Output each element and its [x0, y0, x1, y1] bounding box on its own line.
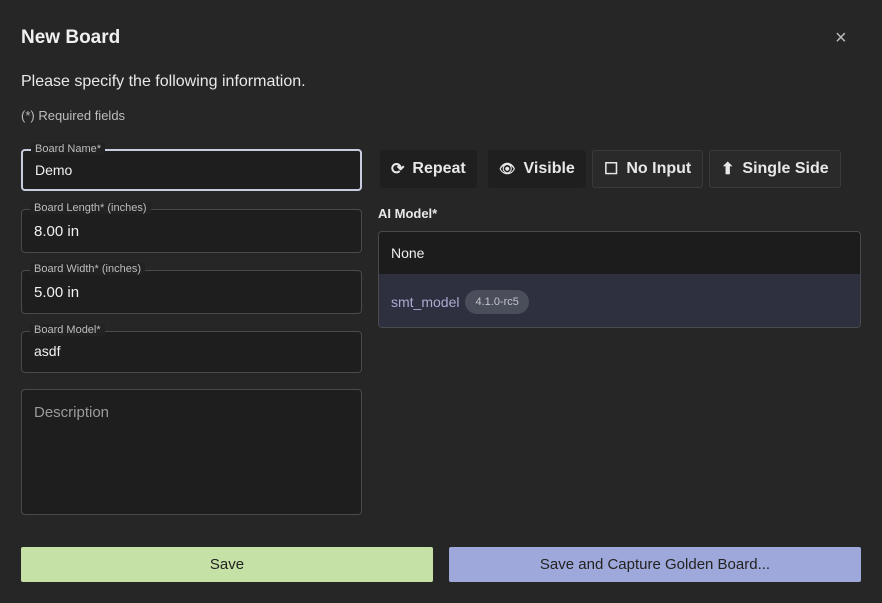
- description-placeholder: Description: [34, 404, 110, 421]
- toggle-label: Repeat: [412, 160, 466, 177]
- field-label: Board Model*: [30, 324, 105, 336]
- toggle-label: Visible: [523, 160, 575, 177]
- field-value: 5.00 in: [34, 284, 80, 301]
- field-label: Board Name*: [31, 143, 106, 155]
- visible-toggle[interactable]: 👁 Visible: [488, 150, 586, 188]
- no-input-toggle[interactable]: ☐ No Input: [592, 150, 704, 188]
- ai-model-label: AI Model*: [378, 206, 438, 221]
- eye-icon: 👁: [499, 161, 516, 176]
- intro-text: Please specify the following information…: [21, 73, 306, 90]
- board-width-field[interactable]: Board Width* (inches) 5.00 in: [21, 263, 362, 314]
- option-label: None: [391, 245, 425, 261]
- toggle-label: Single Side: [742, 160, 829, 177]
- save-and-capture-button[interactable]: Save and Capture Golden Board...: [449, 547, 861, 582]
- repeat-toggle[interactable]: ⟳ Repeat: [380, 150, 477, 188]
- field-value: asdf: [34, 343, 61, 359]
- repeat-icon: ⟳: [391, 161, 405, 178]
- field-label: Board Length* (inches): [30, 202, 151, 214]
- version-chip: 4.1.0-rc5: [465, 289, 529, 314]
- required-note: (*) Required fields: [21, 108, 126, 123]
- board-name-field[interactable]: Board Name* Demo: [21, 143, 362, 191]
- field-value: Demo: [35, 162, 73, 178]
- arrow-up-icon: ⬆: [721, 161, 735, 178]
- toggle-label: No Input: [626, 160, 692, 177]
- option-label: smt_model: [391, 293, 460, 310]
- single-side-toggle[interactable]: ⬆ Single Side: [709, 150, 841, 188]
- ai-model-list: None smt_model 4.1.0-rc5: [378, 231, 861, 328]
- field-label: Board Width* (inches): [30, 263, 145, 275]
- save-button[interactable]: Save: [21, 547, 433, 582]
- board-length-field[interactable]: Board Length* (inches) 8.00 in: [21, 202, 362, 253]
- board-model-field[interactable]: Board Model* asdf: [21, 324, 362, 373]
- dialog-title: New Board: [21, 27, 121, 48]
- field-value: 8.00 in: [34, 223, 80, 240]
- ai-model-option-none[interactable]: None: [379, 232, 860, 274]
- description-field[interactable]: Description: [21, 389, 362, 515]
- checkbox-icon: ☐: [604, 161, 619, 178]
- ai-model-option-smt-model[interactable]: smt_model 4.1.0-rc5: [379, 274, 860, 327]
- close-icon[interactable]: ×: [835, 27, 847, 50]
